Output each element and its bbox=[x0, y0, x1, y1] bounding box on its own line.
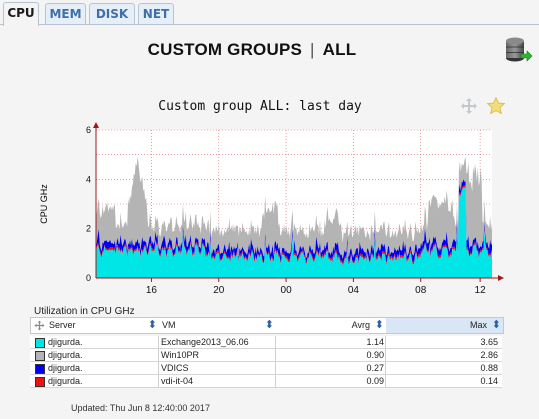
cell-avg: 1.14 bbox=[366, 337, 384, 347]
cell-vm: VDICS bbox=[161, 363, 189, 373]
cell-vm: vdi-it-04 bbox=[161, 376, 194, 386]
cell-max: 0.88 bbox=[480, 363, 498, 373]
page-title-scope: ALL bbox=[322, 40, 357, 59]
y-tick-label: 2 bbox=[86, 224, 91, 234]
page-title-group: CUSTOM GROUPS bbox=[147, 40, 303, 59]
col-max-label: Max bbox=[469, 320, 487, 330]
cell-max: 0.14 bbox=[480, 376, 498, 386]
cell-avg: 0.90 bbox=[366, 350, 384, 360]
table-caption: Utilization in CPU GHz bbox=[34, 306, 135, 317]
database-export-icon[interactable] bbox=[503, 34, 533, 64]
tab-disk[interactable]: DISK bbox=[89, 3, 135, 24]
col-server-label: Server bbox=[49, 320, 76, 330]
page-title-separator: | bbox=[310, 40, 315, 59]
x-tick-label: 20 bbox=[213, 285, 225, 296]
chart-title: Custom group ALL: last day bbox=[158, 99, 362, 114]
x-tick-label: 08 bbox=[415, 285, 427, 296]
cell-server: djigurda. bbox=[48, 350, 83, 360]
series-color-swatch bbox=[35, 351, 45, 361]
series-color-swatch bbox=[35, 364, 45, 374]
table-header: Server ⬍ VM ⬍ Avrg ⬍ Max ⬍ bbox=[30, 317, 504, 334]
y-tick-label: 4 bbox=[86, 174, 91, 184]
sort-chevron-icon[interactable]: ⬍ bbox=[375, 318, 384, 333]
x-tick-label: 16 bbox=[146, 285, 158, 296]
favorite-star-icon[interactable] bbox=[486, 96, 506, 116]
move-icon[interactable] bbox=[460, 97, 478, 115]
tab-cpu[interactable]: CPU bbox=[3, 2, 39, 26]
cell-max: 3.65 bbox=[480, 337, 498, 347]
sort-desc-icon[interactable]: ⬍ bbox=[492, 318, 501, 333]
x-axis-ticks: 16 20 00 04 08 12 bbox=[146, 278, 486, 296]
tab-bar: CPU MEM DISK NET bbox=[0, 0, 539, 26]
y-axis-ticks: 0 2 4 6 bbox=[86, 125, 91, 283]
cell-server: djigurda. bbox=[48, 337, 83, 347]
x-tick-label: 00 bbox=[281, 285, 293, 296]
sort-chevron-icon[interactable]: ⬍ bbox=[148, 318, 157, 333]
series-color-swatch bbox=[35, 338, 45, 348]
x-tick-label: 12 bbox=[475, 285, 487, 296]
cpu-usage-chart: 0 2 4 6 16 20 00 04 08 12 CPU GHz bbox=[39, 122, 504, 296]
page-title: CUSTOM GROUPS | ALL bbox=[0, 40, 504, 60]
tab-net[interactable]: NET bbox=[138, 3, 174, 24]
col-server-header[interactable]: Server ⬍ bbox=[31, 318, 159, 333]
x-tick-label: 04 bbox=[348, 285, 360, 296]
cell-server: djigurda. bbox=[48, 363, 83, 373]
updated-timestamp: Updated: Thu Jun 8 12:40:00 2017 bbox=[71, 403, 210, 413]
cell-avg: 0.09 bbox=[366, 376, 384, 386]
table-row[interactable]: djigurda. vdi-it-04 0.09 0.14 bbox=[30, 375, 502, 388]
sort-chevron-icon[interactable]: ⬍ bbox=[265, 318, 274, 333]
col-max-header[interactable]: Max ⬍ bbox=[386, 318, 503, 333]
col-avg-label: Avrg bbox=[351, 320, 370, 330]
table-row[interactable]: djigurda. VDICS 0.27 0.88 bbox=[30, 362, 502, 375]
cell-vm: Win10PR bbox=[161, 350, 200, 360]
col-vm-header[interactable]: VM ⬍ bbox=[159, 318, 276, 333]
y-tick-label: 6 bbox=[86, 125, 91, 135]
cell-server: djigurda. bbox=[48, 376, 83, 386]
cell-avg: 0.27 bbox=[366, 363, 384, 373]
cell-vm: Exchange2013_06.06 bbox=[161, 337, 249, 347]
y-axis-label: CPU GHz bbox=[39, 184, 49, 224]
tab-mem[interactable]: MEM bbox=[45, 3, 86, 24]
col-vm-label: VM bbox=[162, 320, 176, 330]
column-move-icon[interactable] bbox=[34, 320, 45, 331]
table-body: djigurda. Exchange2013_06.06 1.14 3.65 djigu… bbox=[30, 336, 502, 388]
cell-max: 2.86 bbox=[480, 350, 498, 360]
y-tick-label: 0 bbox=[86, 273, 91, 283]
table-row[interactable]: djigurda. Win10PR 0.90 2.86 bbox=[30, 349, 502, 362]
table-row[interactable]: djigurda. Exchange2013_06.06 1.14 3.65 bbox=[30, 336, 502, 349]
series-color-swatch bbox=[35, 377, 45, 387]
col-avg-header[interactable]: Avrg ⬍ bbox=[276, 318, 386, 333]
